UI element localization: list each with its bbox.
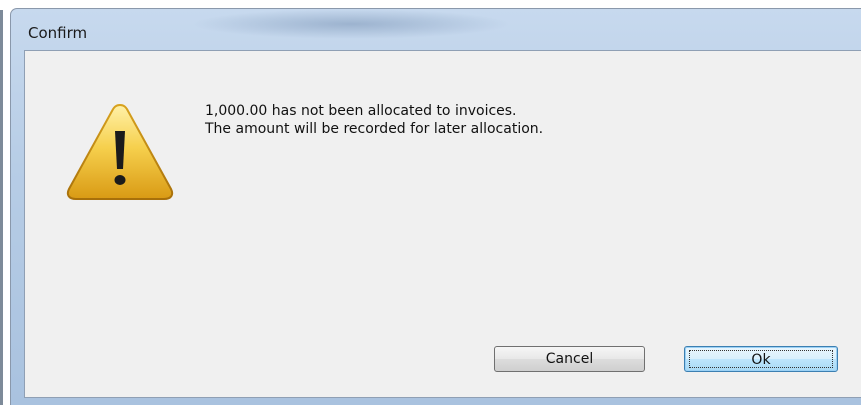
window-left-edge	[0, 10, 3, 405]
ok-button-label: Ok	[689, 350, 833, 368]
warning-icon	[65, 101, 175, 201]
title-bar[interactable]: Confirm	[11, 9, 861, 50]
ok-button[interactable]: Ok	[684, 346, 838, 372]
dialog-title: Confirm	[28, 24, 88, 42]
dialog-message: 1,000.00 has not been allocated to invoi…	[205, 102, 543, 138]
cancel-button[interactable]: Cancel	[494, 346, 645, 372]
dialog-body: 1,000.00 has not been allocated to invoi…	[24, 50, 861, 398]
confirm-dialog: Confirm 1,000.00 has not been allocated …	[10, 8, 861, 405]
message-line-2: The amount will be recorded for later al…	[205, 121, 544, 137]
message-line-1: 1,000.00 has not been allocated to invoi…	[205, 103, 517, 119]
